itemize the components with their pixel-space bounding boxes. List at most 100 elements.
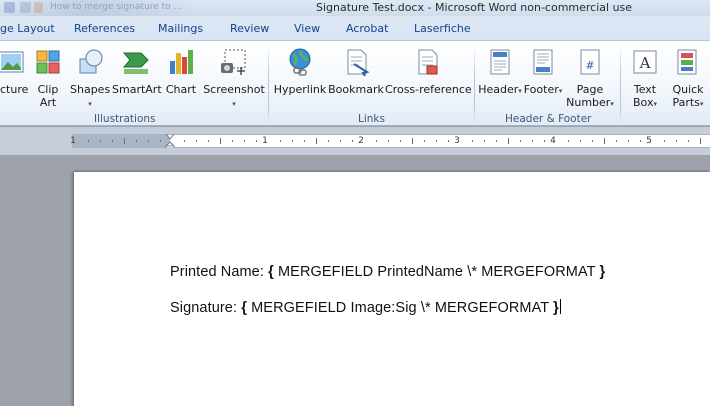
ruler-number: 5 xyxy=(646,136,652,146)
shapes-label: Shapes ▾ xyxy=(70,83,110,111)
footer-label-text: Footer xyxy=(523,83,559,96)
ruler-tick xyxy=(328,140,329,142)
text-box-label: Text Box▾ xyxy=(624,83,666,111)
ruler-tick xyxy=(112,140,113,142)
page-number-label: Page Number▾ xyxy=(564,83,616,111)
ruler-tick xyxy=(100,140,101,142)
ruler-tick xyxy=(148,140,149,142)
ruler-tick xyxy=(376,140,377,142)
ruler-tick xyxy=(292,140,293,142)
ruler-tick xyxy=(208,140,209,142)
svg-text:#: # xyxy=(585,59,594,72)
page-number-label-line2: Number xyxy=(566,96,611,109)
quick-parts-button[interactable]: Quick Parts▾ xyxy=(666,43,710,109)
tab-mailings[interactable]: Mailings xyxy=(158,22,203,35)
page-number-button[interactable]: # Page Number▾ xyxy=(564,43,616,109)
screenshot-button[interactable]: Screenshot ▾ xyxy=(202,43,266,109)
picture-button[interactable]: cture xyxy=(0,43,28,109)
ruler-tick xyxy=(88,140,89,142)
field-close-brace: } xyxy=(599,264,606,280)
tab-references[interactable]: References xyxy=(74,22,135,35)
field-close-brace: } xyxy=(553,300,559,316)
ruler-number: 3 xyxy=(454,136,460,146)
header-label: Header▾ xyxy=(478,83,522,98)
ruler-tick xyxy=(424,140,425,142)
ruler-tick xyxy=(676,140,677,142)
screenshot-icon xyxy=(221,49,246,75)
shapes-dropdown-icon: ▾ xyxy=(88,100,92,108)
signature-field-code: MERGEFIELD Image:Sig \* MERGEFORMAT xyxy=(246,300,554,316)
hyperlink-globe-icon xyxy=(289,48,311,76)
screenshot-label-text: Screenshot xyxy=(203,83,265,96)
svg-text:A: A xyxy=(639,54,651,72)
group-separator xyxy=(620,45,621,123)
printed-name-paragraph[interactable]: Printed Name: { MERGEFIELD PrintedName \… xyxy=(170,264,605,280)
ruler-tick xyxy=(340,140,341,142)
screenshot-label: Screenshot ▾ xyxy=(202,83,266,111)
ruler-tick xyxy=(256,140,257,142)
ruler-number: 1 xyxy=(262,136,268,146)
ruler-tick xyxy=(568,140,569,142)
ruler-tick xyxy=(436,140,437,142)
footer-dropdown-icon: ▾ xyxy=(558,87,563,95)
printed-name-label: Printed Name: xyxy=(170,264,269,280)
screenshot-dropdown-icon: ▾ xyxy=(232,100,236,108)
ruler-tick xyxy=(616,140,617,142)
ruler-tick xyxy=(196,140,197,142)
shapes-icon xyxy=(79,49,103,74)
hyperlink-button[interactable]: Hyperlink xyxy=(272,43,328,109)
group-separator xyxy=(268,45,269,123)
text-box-button[interactable]: A Text Box▾ xyxy=(624,43,666,109)
ruler-tick xyxy=(544,140,545,142)
header-button[interactable]: Header▾ xyxy=(478,43,522,109)
shapes-label-text: Shapes xyxy=(70,83,111,96)
clip-art-button[interactable]: Clip Art xyxy=(33,43,63,109)
ruler-left-margin xyxy=(72,135,170,147)
ruler-tick xyxy=(580,140,581,142)
ruler-tick xyxy=(700,138,701,144)
smartart-label: SmartArt xyxy=(112,83,162,96)
printed-name-field-code: MERGEFIELD PrintedName \* MERGEFORMAT xyxy=(273,264,600,280)
header-icon xyxy=(490,49,510,75)
smartart-button[interactable]: SmartArt xyxy=(112,43,162,109)
text-box-dropdown-icon: ▾ xyxy=(653,100,657,108)
chart-label: Chart xyxy=(165,83,197,96)
document-page[interactable]: Printed Name: { MERGEFIELD PrintedName \… xyxy=(74,172,710,406)
ruler-tick xyxy=(520,140,521,142)
indent-marker-icon[interactable] xyxy=(165,134,175,148)
quick-parts-label: Quick Parts▾ xyxy=(666,83,710,111)
ruler-tick xyxy=(484,140,485,142)
cross-reference-button[interactable]: Cross-reference xyxy=(385,43,472,109)
bookmark-button[interactable]: Bookmark xyxy=(328,43,384,109)
tab-review[interactable]: Review xyxy=(230,22,269,35)
text-box-label-line1: Text xyxy=(633,83,657,96)
footer-icon xyxy=(533,49,553,75)
cross-reference-icon xyxy=(418,49,438,75)
cross-reference-label: Cross-reference xyxy=(385,83,472,96)
ruler-tick xyxy=(388,140,389,142)
ruler-tick xyxy=(352,140,353,142)
ruler-tick xyxy=(412,138,413,144)
tab-acrobat[interactable]: Acrobat xyxy=(346,22,388,35)
ruler-tick xyxy=(532,140,533,142)
ruler-tick xyxy=(184,140,185,142)
chart-icon xyxy=(170,50,193,74)
ruler-tick xyxy=(664,140,665,142)
horizontal-ruler[interactable]: 1 1 2 3 4 5 xyxy=(70,134,710,148)
page-number-label-line1: Page xyxy=(576,83,604,96)
ruler-tick xyxy=(280,140,281,142)
tab-page-layout[interactable]: ge Layout xyxy=(0,22,55,35)
ribbon-tabs: ge Layout References Mailings Review Vie… xyxy=(0,16,710,40)
signature-label: Signature: xyxy=(170,300,242,316)
page-number-dropdown-icon: ▾ xyxy=(610,100,614,108)
tab-view[interactable]: View xyxy=(294,22,320,35)
ruler-tick xyxy=(604,138,605,144)
clip-art-icon xyxy=(36,50,60,74)
chart-button[interactable]: Chart xyxy=(162,43,200,109)
tab-laserfiche[interactable]: Laserfiche xyxy=(414,22,471,35)
shapes-button[interactable]: Shapes ▾ xyxy=(70,43,110,109)
signature-paragraph[interactable]: Signature: { MERGEFIELD Image:Sig \* MER… xyxy=(170,299,561,316)
footer-button[interactable]: Footer▾ xyxy=(522,43,564,109)
ruler-tick xyxy=(244,140,245,142)
ruler-tick xyxy=(688,140,689,142)
